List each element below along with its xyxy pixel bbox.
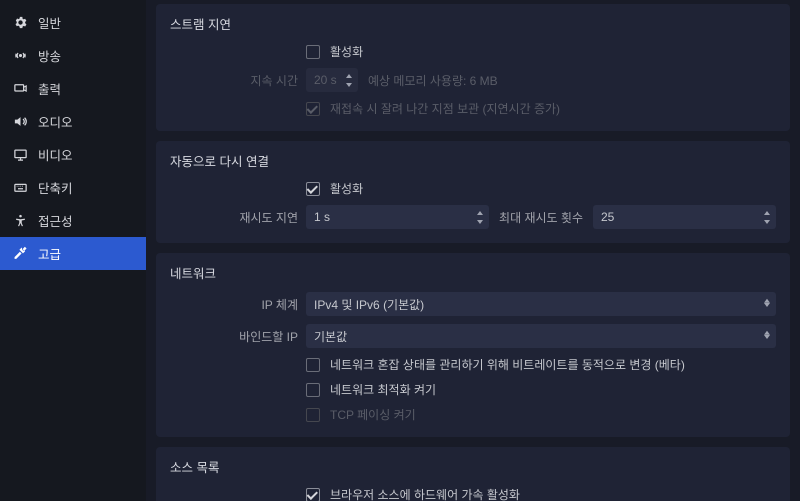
- keyboard-icon: [12, 180, 28, 196]
- retry-delay-label: 재시도 지연: [170, 209, 298, 226]
- accessibility-icon: [12, 213, 28, 229]
- sidebar-item-advanced[interactable]: 고급: [0, 237, 146, 270]
- section-title: 네트워크: [170, 263, 776, 282]
- reconnect-enable-label[interactable]: 활성화: [330, 180, 363, 197]
- duration-label: 지속 시간: [170, 72, 298, 89]
- sidebar-item-general[interactable]: 일반: [0, 6, 146, 39]
- browser-hwaccel-label[interactable]: 브라우저 소스에 하드웨어 가속 활성화: [330, 486, 520, 501]
- main-content[interactable]: 스트램 지연 활성화 지속 시간 20 s 예상 메모리 사용량: 6 MB: [146, 0, 800, 501]
- tools-icon: [12, 246, 28, 262]
- chevron-down-icon[interactable]: [762, 218, 772, 226]
- sidebar-item-label: 단축키: [38, 178, 73, 197]
- duration-spinbox: 20 s: [306, 68, 358, 92]
- max-retries-spinbox[interactable]: 25: [593, 205, 776, 229]
- sidebar-item-label: 오디오: [38, 112, 73, 131]
- section-title: 소스 목록: [170, 457, 776, 476]
- gear-icon: [12, 15, 28, 31]
- chevron-up-icon[interactable]: [475, 209, 485, 217]
- output-icon: [12, 81, 28, 97]
- preserve-cutoff-label: 재접속 시 잘려 나간 지점 보관 (지연시간 증가): [330, 100, 560, 117]
- sidebar: 일반 방송 출력 오디오 비디오 단축키 접근성: [0, 0, 146, 501]
- bind-ip-label: 바인드할 IP: [170, 328, 298, 345]
- dynamic-bitrate-checkbox[interactable]: [306, 358, 320, 372]
- chevron-up-icon[interactable]: [762, 209, 772, 217]
- sidebar-item-video[interactable]: 비디오: [0, 138, 146, 171]
- section-title: 자동으로 다시 연결: [170, 151, 776, 170]
- section-auto-reconnect: 자동으로 다시 연결 활성화 재시도 지연 1 s 최대 재시도 횟수 25: [156, 141, 790, 243]
- preserve-cutoff-checkbox: [306, 102, 320, 116]
- sidebar-item-label: 비디오: [38, 145, 73, 164]
- section-network: 네트워크 IP 체계 IPv4 및 IPv6 (기본값) 바인드할 IP 기본값…: [156, 253, 790, 437]
- section-sources: 소스 목록 브라우저 소스에 하드웨어 가속 활성화: [156, 447, 790, 501]
- ip-family-label: IP 체계: [170, 296, 298, 313]
- monitor-icon: [12, 147, 28, 163]
- sidebar-item-output[interactable]: 출력: [0, 72, 146, 105]
- section-title: 스트램 지연: [170, 14, 776, 33]
- max-retries-label: 최대 재시도 횟수: [499, 209, 583, 226]
- network-optim-label[interactable]: 네트워크 최적화 켜기: [330, 381, 436, 398]
- tcp-pacing-label: TCP 페이싱 켜기: [330, 406, 416, 423]
- stream-delay-enable-checkbox[interactable]: [306, 45, 320, 59]
- sidebar-item-label: 접근성: [38, 211, 73, 230]
- broadcast-icon: [12, 48, 28, 64]
- dynamic-bitrate-label[interactable]: 네트워크 혼잡 상태를 관리하기 위해 비트레이트를 동적으로 변경 (베타): [330, 356, 685, 373]
- ip-family-select[interactable]: IPv4 및 IPv6 (기본값): [306, 292, 776, 316]
- sidebar-item-audio[interactable]: 오디오: [0, 105, 146, 138]
- tcp-pacing-checkbox: [306, 408, 320, 422]
- bind-ip-select[interactable]: 기본값: [306, 324, 776, 348]
- reconnect-enable-checkbox[interactable]: [306, 182, 320, 196]
- sidebar-item-label: 출력: [38, 79, 61, 98]
- sidebar-item-hotkeys[interactable]: 단축키: [0, 171, 146, 204]
- sidebar-item-label: 일반: [38, 13, 61, 32]
- sidebar-item-stream[interactable]: 방송: [0, 39, 146, 72]
- retry-delay-spinbox[interactable]: 1 s: [306, 205, 489, 229]
- section-stream-delay: 스트램 지연 활성화 지속 시간 20 s 예상 메모리 사용량: 6 MB: [156, 4, 790, 131]
- sidebar-item-accessibility[interactable]: 접근성: [0, 204, 146, 237]
- chevron-down-icon[interactable]: [475, 218, 485, 226]
- speaker-icon: [12, 114, 28, 130]
- browser-hwaccel-checkbox[interactable]: [306, 488, 320, 501]
- sidebar-item-label: 고급: [38, 244, 61, 263]
- stream-delay-enable-label[interactable]: 활성화: [330, 43, 363, 60]
- network-optim-checkbox[interactable]: [306, 383, 320, 397]
- sidebar-item-label: 방송: [38, 46, 61, 65]
- memory-estimate: 예상 메모리 사용량: 6 MB: [368, 72, 498, 89]
